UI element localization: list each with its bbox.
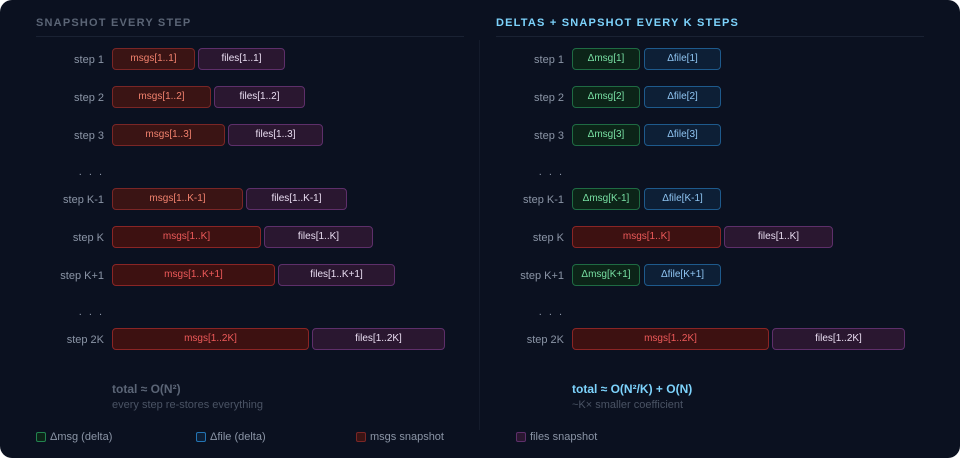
left-ellipsis: . . . [78, 306, 104, 318]
right-step-label: step K+1 [520, 270, 564, 282]
left-step-label: step 1 [74, 54, 104, 66]
msgs-snapshot-box: msgs[1..K+1] [112, 264, 275, 286]
right-step-label: step 2 [534, 92, 564, 104]
msgs-snapshot-box: msgs[1..K] [112, 226, 261, 248]
left-step-label: step 2K [66, 334, 104, 346]
left-ellipsis: . . . [78, 166, 104, 178]
msgs-snapshot-box: msgs[1..2K] [112, 328, 309, 350]
msgs-snapshot-box: msgs[1..3] [112, 124, 225, 146]
left-step-label: step 2 [74, 92, 104, 104]
left-step-label: step K [72, 232, 104, 244]
right-ellipsis: . . . [538, 166, 564, 178]
files-snapshot-box: files[1..K] [264, 226, 373, 248]
left-total-complexity: total ≈ O(N²) [112, 382, 181, 396]
files-snapshot-box: files[1..K+1] [278, 264, 395, 286]
files-snapshot-box: files[1..3] [228, 124, 323, 146]
right-step-label: step K-1 [523, 194, 564, 206]
right-title-rule [496, 36, 924, 37]
files-snapshot-box: files[1..2K] [312, 328, 445, 350]
legend-label-delta-file: Δfile (delta) [210, 431, 266, 443]
msgs-snapshot-box: msgs[1..2] [112, 86, 211, 108]
files-snapshot-box: files[1..2K] [772, 328, 905, 350]
delta-msg-box: Δmsg[K-1] [572, 188, 640, 210]
right-subtitle: ~K× smaller coefficient [572, 399, 684, 411]
right-step-label: step K [532, 232, 564, 244]
panel-divider [479, 40, 480, 430]
delta-file-box: Δfile[2] [644, 86, 721, 108]
delta-file-box: Δfile[K-1] [644, 188, 721, 210]
right-step-label: step 3 [534, 130, 564, 142]
right-step-label: step 2K [526, 334, 564, 346]
files-snapshot-box: files[1..1] [198, 48, 285, 70]
legend-label-files-snapshot: files snapshot [530, 431, 598, 443]
delta-msg-box: Δmsg[1] [572, 48, 640, 70]
legend-label-msgs-snapshot: msgs snapshot [370, 431, 444, 443]
legend-swatch-delta-file [196, 432, 206, 442]
left-subtitle: every step re-stores everything [112, 399, 264, 411]
msgs-snapshot-box: msgs[1..K] [572, 226, 721, 248]
legend-swatch-files-snapshot [516, 432, 526, 442]
left-step-label: step K+1 [60, 270, 104, 282]
msgs-snapshot-box: msgs[1..K-1] [112, 188, 243, 210]
files-snapshot-box: files[1..K-1] [246, 188, 347, 210]
legend-label-delta-msg: Δmsg (delta) [50, 431, 113, 443]
delta-file-box: Δfile[1] [644, 48, 721, 70]
delta-msg-box: Δmsg[2] [572, 86, 640, 108]
left-title-rule [36, 36, 464, 37]
legend-swatch-delta-msg [36, 432, 46, 442]
diagram-canvas: SNAPSHOT EVERY STEP DELTAS + SNAPSHOT EV… [0, 0, 960, 458]
msgs-snapshot-box: msgs[1..2K] [572, 328, 769, 350]
left-step-label: step 3 [74, 130, 104, 142]
right-total-complexity: total ≈ O(N²/K) + O(N) [572, 382, 693, 396]
files-snapshot-box: files[1..2] [214, 86, 305, 108]
legend-swatch-msgs-snapshot [356, 432, 366, 442]
left-step-label: step K-1 [63, 194, 104, 206]
left-panel-title: SNAPSHOT EVERY STEP [36, 17, 192, 29]
delta-file-box: Δfile[3] [644, 124, 721, 146]
msgs-snapshot-box: msgs[1..1] [112, 48, 195, 70]
right-panel-title: DELTAS + SNAPSHOT EVERY K STEPS [496, 17, 740, 29]
right-step-label: step 1 [534, 54, 564, 66]
delta-msg-box: Δmsg[K+1] [572, 264, 640, 286]
files-snapshot-box: files[1..K] [724, 226, 833, 248]
delta-file-box: Δfile[K+1] [644, 264, 721, 286]
delta-msg-box: Δmsg[3] [572, 124, 640, 146]
right-ellipsis: . . . [538, 306, 564, 318]
